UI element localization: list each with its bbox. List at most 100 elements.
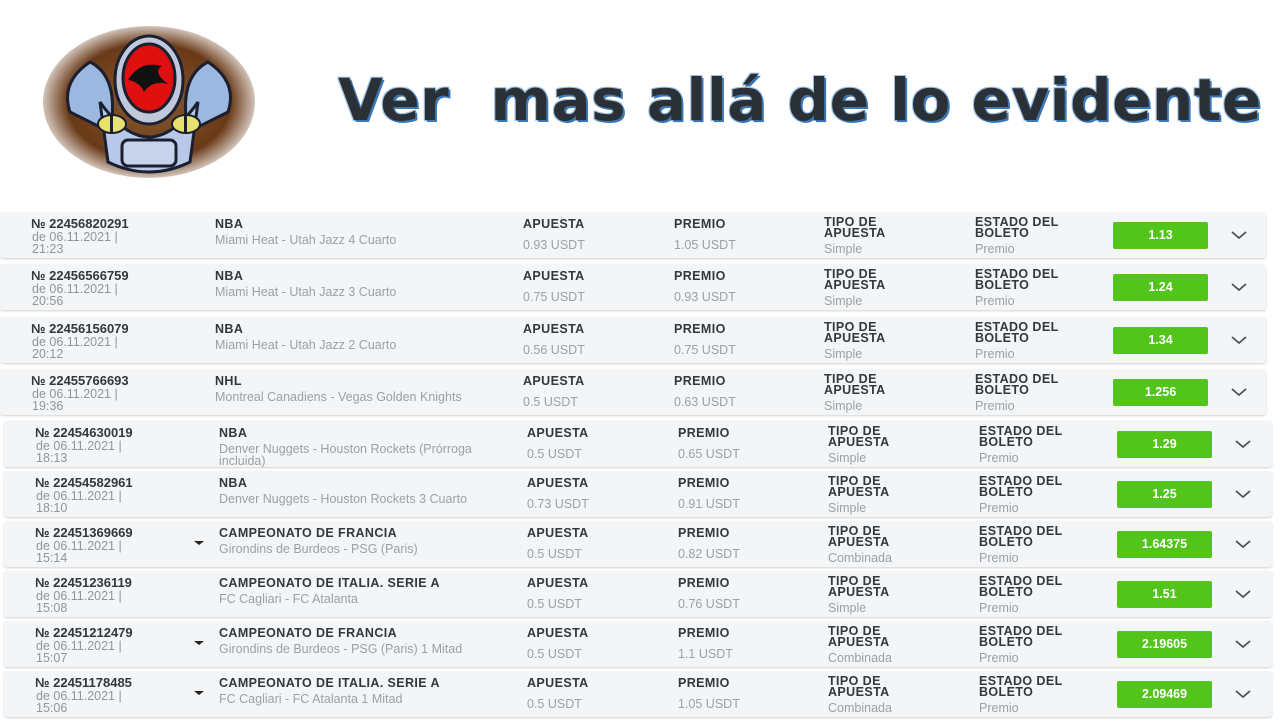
ticket-date: de 06.11.2021 | 15:06 (36, 689, 122, 715)
prize-amount: 0.63 USDT (674, 395, 736, 409)
ticket-status-value: Premio (975, 399, 1015, 413)
ticket-status-value: Premio (975, 294, 1015, 308)
odds-badge[interactable]: 1.34 (1113, 327, 1208, 354)
bet-row[interactable]: № 22454582961 de 06.11.2021 | 18:10 NBA … (4, 471, 1272, 517)
odds-badge[interactable]: 1.25 (1117, 481, 1212, 508)
ticket-status-label: ESTADO DEL BOLETO (979, 524, 1063, 549)
odds-badge[interactable]: 2.19605 (1117, 631, 1212, 658)
bet-type-label: TIPO DE APUESTA (824, 372, 886, 397)
ticket-number: № 22456820291 (31, 216, 129, 231)
bet-row[interactable]: № 22456156079 de 06.11.2021 | 20:12 NBA … (0, 317, 1266, 363)
chevron-down-icon[interactable] (1229, 225, 1249, 245)
ticket-number: № 22451236119 (35, 575, 132, 590)
bet-label: APUESTA (527, 626, 589, 640)
event-name: Girondins de Burdeos - PSG (Paris) 1 Mit… (219, 642, 463, 656)
chevron-down-icon[interactable] (1233, 684, 1253, 704)
bet-label: APUESTA (527, 476, 589, 490)
bet-type-label: TIPO DE APUESTA (828, 524, 890, 549)
prize-label: PREMIO (678, 476, 730, 490)
bet-type-value: Combinada (828, 651, 892, 665)
bet-type-value: Simple (824, 399, 863, 413)
ticket-status-label: ESTADO DEL BOLETO (975, 267, 1059, 292)
ticket-status-label: ESTADO DEL BOLETO (979, 574, 1063, 599)
event-name: Miami Heat - Utah Jazz 4 Cuarto (215, 233, 397, 247)
bet-type-label: TIPO DE APUESTA (828, 624, 890, 649)
ticket-status-value: Premio (979, 451, 1019, 465)
bet-amount: 0.5 USDT (523, 395, 578, 409)
bet-type-label: TIPO DE APUESTA (824, 215, 886, 240)
event-name: FC Cagliari - FC Atalanta (219, 592, 358, 606)
ticket-number: № 22451178485 (35, 675, 132, 690)
bet-row[interactable]: № 22456820291 de 06.11.2021 | 21:23 NBA … (0, 212, 1266, 258)
chevron-down-icon[interactable] (1233, 634, 1253, 654)
league-name: NBA (215, 269, 244, 283)
odds-badge[interactable]: 1.13 (1113, 222, 1208, 249)
event-name: FC Cagliari - FC Atalanta 1 Mitad (219, 692, 403, 706)
ticket-status-value: Premio (979, 701, 1019, 715)
league-name: CAMPEONATO DE FRANCIA (219, 526, 398, 540)
ticket-date: de 06.11.2021 | 15:14 (36, 539, 122, 565)
chevron-down-icon[interactable] (1233, 434, 1253, 454)
league-name: NBA (215, 322, 244, 336)
ticket-number: № 22455766693 (31, 373, 129, 388)
bet-amount: 0.5 USDT (527, 547, 582, 561)
ticket-date: de 06.11.2021 | 21:23 (32, 230, 118, 256)
chevron-down-icon[interactable] (1229, 277, 1249, 297)
league-name: NBA (215, 217, 244, 231)
bet-label: APUESTA (523, 217, 585, 231)
bet-amount: 0.5 USDT (527, 697, 582, 711)
ticket-status-value: Premio (979, 501, 1019, 515)
bet-row[interactable]: № 22455766693 de 06.11.2021 | 19:36 NHL … (0, 369, 1266, 415)
ticket-date: de 06.11.2021 | 20:56 (32, 282, 118, 308)
ticket-number: № 22451369669 (35, 525, 133, 540)
caret-down-icon[interactable] (194, 641, 204, 645)
prize-label: PREMIO (678, 426, 730, 440)
bet-row[interactable]: № 22451369669 de 06.11.2021 | 15:14 CAMP… (4, 521, 1272, 567)
prize-label: PREMIO (678, 576, 730, 590)
event-name: Miami Heat - Utah Jazz 2 Cuarto (215, 338, 397, 352)
bet-row[interactable]: № 22456566759 de 06.11.2021 | 20:56 NBA … (0, 264, 1266, 310)
event-name: Denver Nuggets - Houston Rockets (Prórro… (219, 442, 472, 468)
odds-badge[interactable]: 2.09469 (1117, 681, 1212, 708)
ticket-status-label: ESTADO DEL BOLETO (975, 320, 1059, 345)
chevron-down-icon[interactable] (1229, 330, 1249, 350)
bet-row[interactable]: № 22454630019 de 06.11.2021 | 18:13 NBA … (4, 421, 1272, 467)
ticket-status-label: ESTADO DEL BOLETO (979, 424, 1063, 449)
prize-label: PREMIO (678, 676, 730, 690)
ticket-status-value: Premio (979, 601, 1019, 615)
prize-amount: 0.76 USDT (678, 597, 740, 611)
chevron-down-icon[interactable] (1229, 382, 1249, 402)
ticket-status-label: ESTADO DEL BOLETO (979, 674, 1063, 699)
odds-badge[interactable]: 1.51 (1117, 581, 1212, 608)
caret-down-icon[interactable] (194, 691, 204, 695)
ticket-status-label: ESTADO DEL BOLETO (975, 372, 1059, 397)
odds-badge[interactable]: 1.24 (1113, 274, 1208, 301)
ticket-number: № 22454630019 (35, 425, 133, 440)
caret-down-icon[interactable] (194, 541, 204, 545)
odds-badge[interactable]: 1.64375 (1117, 531, 1212, 558)
league-name: NBA (219, 476, 248, 490)
ticket-status-value: Premio (979, 551, 1019, 565)
chevron-down-icon[interactable] (1233, 534, 1253, 554)
chevron-down-icon[interactable] (1233, 584, 1253, 604)
bet-label: APUESTA (523, 374, 585, 388)
bet-row[interactable]: № 22451236119 de 06.11.2021 | 15:08 CAMP… (4, 571, 1272, 617)
bet-type-value: Simple (828, 451, 867, 465)
prize-amount: 0.82 USDT (678, 547, 740, 561)
bet-label: APUESTA (523, 322, 585, 336)
ticket-date: de 06.11.2021 | 18:10 (36, 489, 122, 515)
event-name: Girondins de Burdeos - PSG (Paris) (219, 542, 418, 556)
ticket-number: № 22454582961 (35, 475, 133, 490)
bet-row[interactable]: № 22451212479 de 06.11.2021 | 15:07 CAMP… (4, 621, 1272, 667)
chevron-down-icon[interactable] (1233, 484, 1253, 504)
bet-type-label: TIPO DE APUESTA (828, 574, 890, 599)
prize-amount: 0.93 USDT (674, 290, 736, 304)
bet-row[interactable]: № 22451178485 de 06.11.2021 | 15:06 CAMP… (4, 671, 1272, 717)
ticket-date: de 06.11.2021 | 15:08 (36, 589, 122, 615)
bet-amount: 0.56 USDT (523, 343, 585, 357)
league-name: NBA (219, 426, 248, 440)
odds-badge[interactable]: 1.256 (1113, 379, 1208, 406)
odds-badge[interactable]: 1.29 (1117, 431, 1212, 458)
ticket-status-value: Premio (975, 347, 1015, 361)
bet-type-value: Simple (824, 294, 863, 308)
